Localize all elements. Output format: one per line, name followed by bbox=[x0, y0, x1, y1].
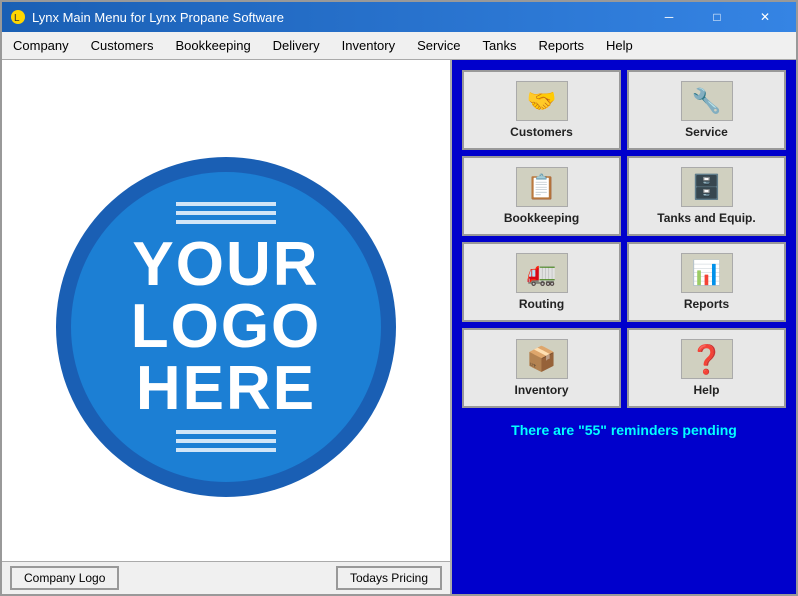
title-bar-left: L Lynx Main Menu for Lynx Propane Softwa… bbox=[10, 9, 284, 25]
right-panel: 🤝 Customers 🔧 Service 📋 Bookkeeping 🗄️ T… bbox=[452, 60, 796, 594]
reminder-text: There are "55" reminders pending bbox=[462, 414, 786, 446]
menu-item-customers[interactable]: Customers bbox=[80, 32, 165, 59]
reports-label: Reports bbox=[684, 297, 729, 311]
customers-button[interactable]: 🤝 Customers bbox=[462, 70, 621, 150]
tanks-label: Tanks and Equip. bbox=[657, 211, 755, 225]
menu-item-help[interactable]: Help bbox=[595, 32, 644, 59]
menu-item-service[interactable]: Service bbox=[406, 32, 471, 59]
logo-circle-outer: YOUR LOGO HERE bbox=[56, 157, 396, 497]
customers-icon: 🤝 bbox=[516, 81, 568, 121]
inventory-button[interactable]: 📦 Inventory bbox=[462, 328, 621, 408]
logo-panel: YOUR LOGO HERE Company Logo Todays Prici… bbox=[2, 60, 452, 594]
logo-lines-bottom bbox=[176, 430, 276, 452]
service-label: Service bbox=[685, 125, 728, 139]
logo-line-5 bbox=[176, 439, 276, 443]
reports-icon: 📊 bbox=[681, 253, 733, 293]
logo-line-4 bbox=[176, 430, 276, 434]
company-logo-button[interactable]: Company Logo bbox=[10, 566, 119, 590]
logo-line-3 bbox=[176, 220, 276, 224]
logo-text: YOUR LOGO HERE bbox=[131, 234, 322, 420]
routing-label: Routing bbox=[519, 297, 564, 311]
minimize-button[interactable]: ─ bbox=[646, 6, 692, 28]
bookkeeping-button[interactable]: 📋 Bookkeeping bbox=[462, 156, 621, 236]
menu-item-bookkeeping[interactable]: Bookkeeping bbox=[165, 32, 262, 59]
service-icon: 🔧 bbox=[681, 81, 733, 121]
service-button[interactable]: 🔧 Service bbox=[627, 70, 786, 150]
logo-line-1 bbox=[176, 202, 276, 206]
inventory-icon: 📦 bbox=[516, 339, 568, 379]
customers-label: Customers bbox=[510, 125, 573, 139]
inventory-label: Inventory bbox=[514, 383, 568, 397]
bookkeeping-icon: 📋 bbox=[516, 167, 568, 207]
bookkeeping-label: Bookkeeping bbox=[504, 211, 579, 225]
window-title: Lynx Main Menu for Lynx Propane Software bbox=[32, 10, 284, 25]
app-icon: L bbox=[10, 9, 26, 25]
help-label: Help bbox=[693, 383, 719, 397]
logo-line-2 bbox=[176, 211, 276, 215]
title-bar: L Lynx Main Menu for Lynx Propane Softwa… bbox=[2, 2, 796, 32]
menu-bar: CompanyCustomersBookkeepingDeliveryInven… bbox=[2, 32, 796, 60]
routing-icon: 🚛 bbox=[516, 253, 568, 293]
menu-item-reports[interactable]: Reports bbox=[527, 32, 595, 59]
logo-lines-top bbox=[176, 202, 276, 224]
main-content: YOUR LOGO HERE Company Logo Todays Prici… bbox=[2, 60, 796, 594]
main-window: L Lynx Main Menu for Lynx Propane Softwa… bbox=[0, 0, 798, 596]
routing-button[interactable]: 🚛 Routing bbox=[462, 242, 621, 322]
logo-line-6 bbox=[176, 448, 276, 452]
svg-text:L: L bbox=[14, 13, 20, 24]
menu-item-tanks[interactable]: Tanks bbox=[471, 32, 527, 59]
grid-container: 🤝 Customers 🔧 Service 📋 Bookkeeping 🗄️ T… bbox=[462, 70, 786, 408]
title-bar-controls: ─ □ ✕ bbox=[646, 6, 788, 28]
maximize-button[interactable]: □ bbox=[694, 6, 740, 28]
tanks-button[interactable]: 🗄️ Tanks and Equip. bbox=[627, 156, 786, 236]
menu-item-delivery[interactable]: Delivery bbox=[262, 32, 331, 59]
tanks-icon: 🗄️ bbox=[681, 167, 733, 207]
logo-circle-inner: YOUR LOGO HERE bbox=[71, 172, 381, 482]
logo-bottom-bar: Company Logo Todays Pricing bbox=[2, 561, 450, 594]
todays-pricing-button[interactable]: Todays Pricing bbox=[336, 566, 442, 590]
close-button[interactable]: ✕ bbox=[742, 6, 788, 28]
help-icon: ❓ bbox=[681, 339, 733, 379]
menu-item-inventory[interactable]: Inventory bbox=[331, 32, 406, 59]
help-button[interactable]: ❓ Help bbox=[627, 328, 786, 408]
reports-button[interactable]: 📊 Reports bbox=[627, 242, 786, 322]
menu-item-company[interactable]: Company bbox=[2, 32, 80, 59]
